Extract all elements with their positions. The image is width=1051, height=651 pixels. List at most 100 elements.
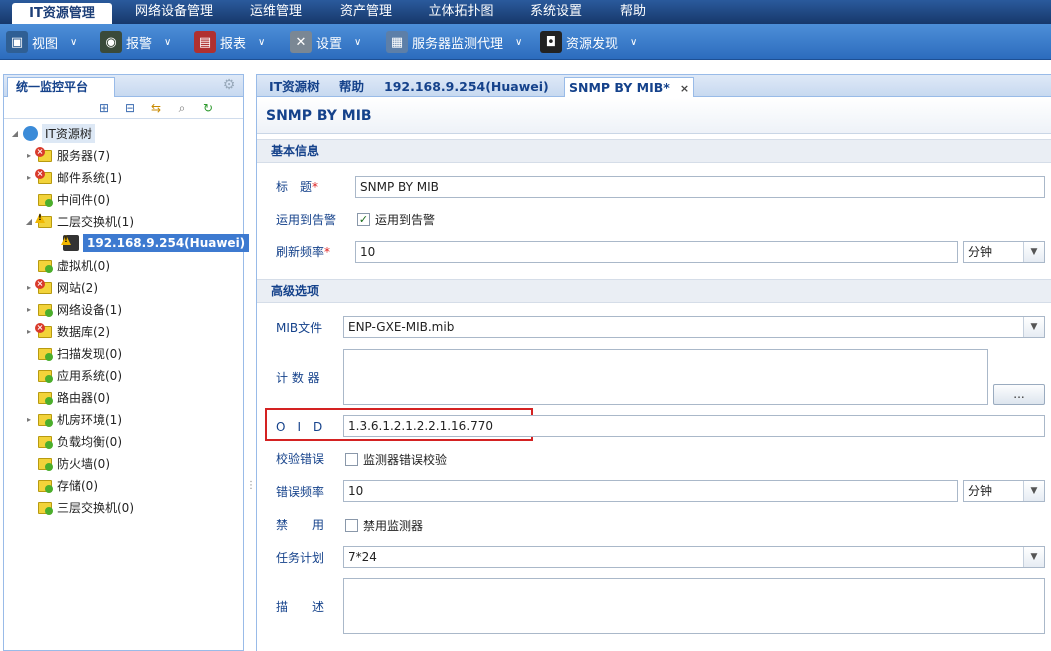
description-textarea[interactable]	[343, 578, 1045, 634]
tree-category-node[interactable]: 负载均衡(0)	[24, 430, 122, 452]
tree-category-node[interactable]: 中间件(0)	[24, 188, 110, 210]
dropdown-arrow-icon[interactable]: ▼	[1023, 317, 1044, 337]
toolbar-view-label: 视图	[32, 36, 59, 52]
tree-category-node[interactable]: ▸ × 邮件系统(1)	[24, 166, 122, 188]
checkbox-unchecked-icon[interactable]	[345, 519, 358, 532]
toolbar-settings-button[interactable]: ✕ 设置 ∨	[290, 28, 361, 56]
refresh-icon[interactable]: ↻	[200, 100, 216, 116]
tree-category-node[interactable]: ◢! 二层交换机(1)	[24, 210, 134, 232]
panel-splitter[interactable]: ⋮	[246, 480, 256, 494]
checkbox-unchecked-icon[interactable]	[345, 453, 358, 466]
tree-category-node[interactable]: 应用系统(0)	[24, 364, 122, 386]
tree-category-node[interactable]: 存储(0)	[24, 474, 98, 496]
tree-category-node[interactable]: ▸ 机房环境(1)	[24, 408, 122, 430]
tab-huawei-device[interactable]: 192.168.9.254(Huawei)	[380, 77, 553, 97]
ok-badge-icon	[45, 265, 53, 273]
tab-unified-monitoring[interactable]: 统一监控平台	[7, 77, 115, 97]
refresh-freq-label-text: 刷新频率	[276, 245, 325, 259]
toolbar-agent-button[interactable]: ▦ 服务器监测代理 ∨	[386, 28, 522, 56]
dropdown-arrow-icon[interactable]: ▼	[1023, 481, 1044, 501]
dropdown-arrow-icon[interactable]: ▼	[1023, 242, 1044, 262]
tools-icon: ✕	[290, 31, 312, 53]
toolbar-view-button[interactable]: ▣ 视图 ∨	[6, 28, 77, 56]
tree-node-label: 防火墙(0)	[57, 456, 110, 471]
verify-error-checkbox[interactable]: 监测器错误校验	[345, 451, 447, 468]
error-freq-input[interactable]: 10	[343, 480, 958, 502]
dropdown-arrow-icon[interactable]: ▼	[1023, 547, 1044, 567]
tree-node-label: 三层交换机(0)	[57, 500, 134, 515]
tree-node-label: 负载均衡(0)	[57, 434, 122, 449]
collapse-icon[interactable]: ◢	[10, 129, 20, 138]
toolbar-alarm-button[interactable]: ◉ 报警 ∨	[100, 28, 171, 56]
expand-icon[interactable]: ▸	[24, 283, 34, 292]
disable-monitor-checkbox-label: 禁用监测器	[363, 519, 424, 533]
title-input[interactable]: SNMP BY MIB	[355, 176, 1045, 198]
tree-category-node[interactable]: 扫描发现(0)	[24, 342, 122, 364]
menu-it-resource[interactable]: IT资源管理	[12, 3, 112, 24]
sync-arrows-icon[interactable]: ⇆	[148, 100, 164, 116]
menu-system-settings[interactable]: 系统设置	[516, 0, 596, 24]
folder-icon	[37, 257, 53, 273]
expand-all-icon[interactable]: ⊞	[96, 100, 112, 116]
tree-category-node[interactable]: ▸ × 服务器(7)	[24, 144, 110, 166]
error-freq-unit-select[interactable]: 分钟 ▼	[963, 480, 1045, 502]
tree-category-node[interactable]: ▸ 网络设备(1)	[24, 298, 122, 320]
menu-3d-topology[interactable]: 立体拓扑图	[416, 0, 506, 24]
title-label: 标 题*	[276, 178, 318, 195]
oid-input[interactable]: 1.3.6.1.2.1.2.2.1.16.770	[343, 415, 1045, 437]
error-freq-label: 错误频率	[276, 485, 325, 499]
schedule-label: 任务计划	[276, 551, 325, 565]
refresh-unit-select[interactable]: 分钟 ▼	[963, 241, 1045, 263]
counter-textarea[interactable]	[343, 349, 988, 405]
report-icon: ▤	[194, 31, 216, 53]
close-icon[interactable]: ×	[680, 82, 689, 95]
collapse-all-icon[interactable]: ⊟	[122, 100, 138, 116]
tree-root[interactable]: ◢ IT资源树	[10, 122, 95, 144]
toolbar-report-button[interactable]: ▤ 报表 ∨	[194, 28, 265, 56]
tab-help[interactable]: 帮助	[335, 77, 368, 97]
ok-badge-icon	[45, 199, 53, 207]
tree-node-label: 路由器(0)	[57, 390, 110, 405]
tree-category-node[interactable]: ▸ × 数据库(2)	[24, 320, 110, 342]
apply-alarm-checkbox[interactable]: ✓ 运用到告警	[357, 211, 435, 228]
schedule-select[interactable]: 7*24 ▼	[343, 546, 1045, 568]
left-panel: 统一监控平台 ⚙ ⊞ ⊟ ⇆ ⌕ ↻ ◢ IT资源树 ▸ × 服务器(7) ▸ × 邮件系…	[3, 74, 250, 651]
menu-assets[interactable]: 资产管理	[326, 0, 406, 24]
tree-node-label: 应用系统(0)	[57, 368, 122, 383]
disable-monitor-checkbox[interactable]: 禁用监测器	[345, 517, 423, 534]
menu-operations[interactable]: 运维管理	[236, 0, 316, 24]
tree-category-node[interactable]: 路由器(0)	[24, 386, 110, 408]
menu-help[interactable]: 帮助	[608, 0, 658, 24]
collapse-icon[interactable]: ◢	[24, 217, 34, 226]
gear-icon[interactable]: ⚙	[221, 77, 237, 93]
toolbar-discovery-button[interactable]: ◘ 资源发现 ∨	[540, 28, 637, 56]
tree-category-node[interactable]: 虚拟机(0)	[24, 254, 110, 276]
folder-icon: !	[35, 213, 53, 229]
checkbox-checked-icon[interactable]: ✓	[357, 213, 370, 226]
tree-root-label: IT资源树	[42, 123, 95, 143]
search-icon[interactable]: ⌕	[174, 100, 190, 116]
tree-node-label: 虚拟机(0)	[57, 258, 110, 273]
toolbar-agent-label: 服务器监测代理	[412, 36, 504, 52]
tree-category-node[interactable]: 三层交换机(0)	[24, 496, 134, 518]
tree-category-node[interactable]: 防火墙(0)	[24, 452, 110, 474]
title-label-text: 标 题	[276, 180, 313, 194]
tab-snmp-by-mib[interactable]: SNMP BY MIB* ×	[564, 77, 695, 97]
toolbar: ▣ 视图 ∨ ◉ 报警 ∨ ▤ 报表 ∨ ✕ 设置 ∨ ▦ 服务器监测代理 ∨ …	[0, 24, 1051, 60]
apply-alarm-label: 运用到告警	[276, 213, 337, 227]
folder-icon	[37, 477, 53, 493]
verify-error-label: 校验错误	[276, 452, 325, 466]
tree-device-node[interactable]: ! 192.168.9.254(Huawei)	[50, 232, 250, 254]
menu-network-device[interactable]: 网络设备管理	[124, 0, 224, 24]
expand-icon[interactable]: ▸	[24, 415, 34, 424]
expand-icon[interactable]: ▸	[24, 327, 34, 336]
expand-icon[interactable]: ▸	[24, 305, 34, 314]
counter-browse-button[interactable]: ...	[993, 384, 1045, 405]
tree-category-node[interactable]: ▸ × 网站(2)	[24, 276, 98, 298]
refresh-freq-input[interactable]: 10	[355, 241, 958, 263]
expand-icon[interactable]: ▸	[24, 173, 34, 182]
expand-icon[interactable]: ▸	[24, 151, 34, 160]
tab-it-resource-tree[interactable]: IT资源树	[265, 77, 324, 97]
mib-file-select[interactable]: ENP-GXE-MIB.mib ▼	[343, 316, 1045, 338]
tab-snmp-by-mib-label: SNMP BY MIB*	[569, 80, 670, 95]
